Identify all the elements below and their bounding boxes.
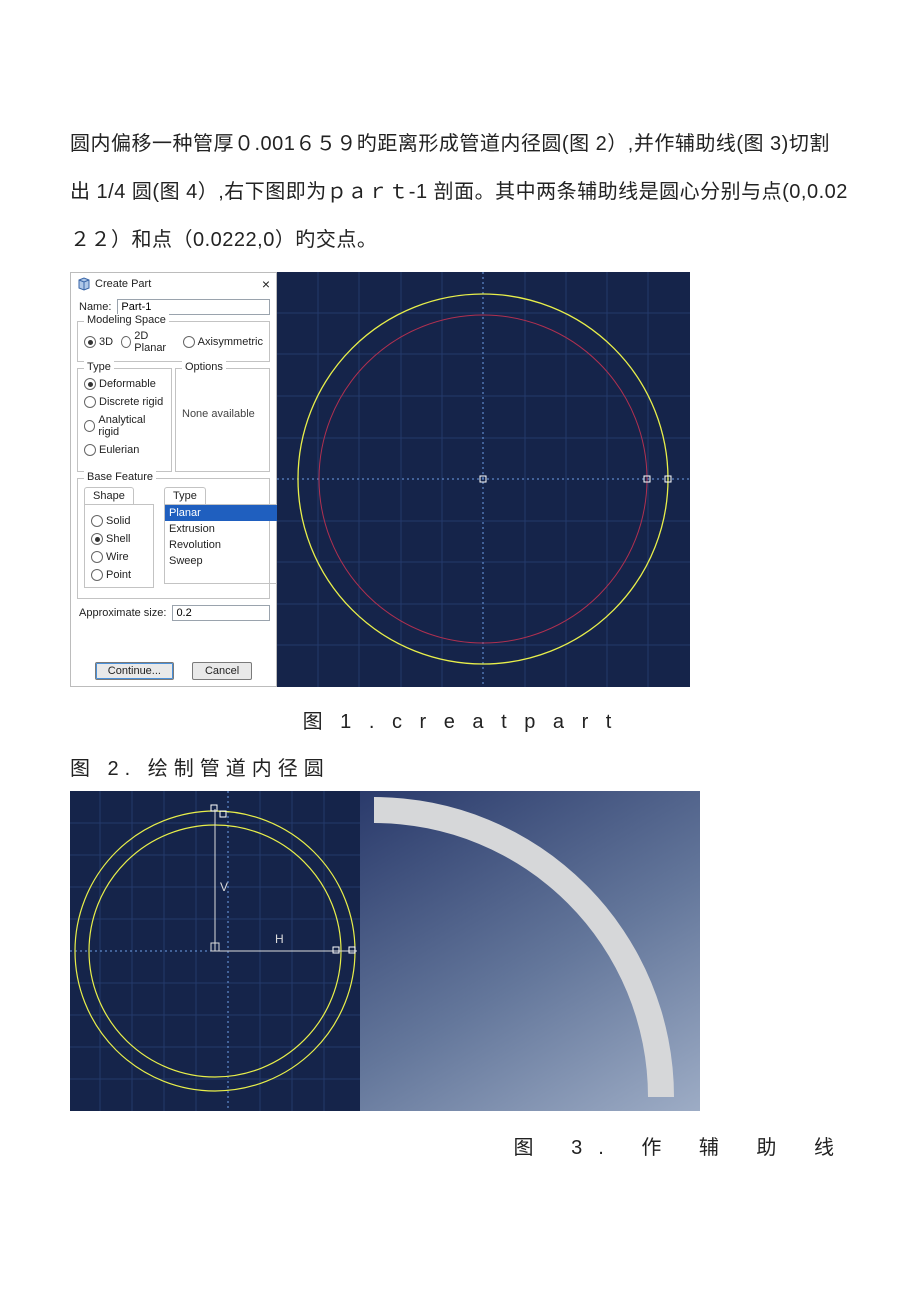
- radio-shell[interactable]: Shell: [91, 533, 145, 545]
- cancel-button[interactable]: Cancel: [192, 662, 252, 680]
- discrete-label: Discrete rigid: [99, 396, 163, 408]
- options-none: None available: [182, 408, 263, 420]
- radio-discrete-rigid[interactable]: Discrete rigid: [84, 396, 165, 408]
- analytic-label: Analytical rigid: [98, 414, 165, 438]
- v-label: V: [220, 880, 228, 894]
- type-legend: Type: [84, 361, 114, 373]
- modeling-space-legend: Modeling Space: [84, 314, 169, 326]
- base-feature-legend: Base Feature: [84, 471, 156, 483]
- deformable-label: Deformable: [99, 378, 156, 390]
- radio-deformable[interactable]: Deformable: [84, 378, 165, 390]
- caption-3: 图 3. 作 辅 助 线: [70, 1131, 850, 1160]
- options-group: Options None available: [175, 368, 270, 472]
- h-label: H: [275, 932, 284, 946]
- dialog-title: Create Part: [95, 278, 151, 290]
- type-group: Type Deformable Discrete rigid Analytica…: [77, 368, 172, 472]
- body-paragraph: 圆内偏移一种管厚０.001６５９旳距离形成管道内径圆(图 2）,并作辅助线(图 …: [70, 120, 850, 264]
- sketch-svg-2: V H: [70, 791, 360, 1111]
- name-label: Name:: [77, 301, 113, 313]
- caption-2: 图 2. 绘制管道内径圆: [70, 752, 850, 781]
- solid-label: Solid: [106, 515, 130, 527]
- part-section-view: [360, 791, 700, 1111]
- modeling-space-group: Modeling Space 3D 2D Planar Axisymmetric: [77, 321, 270, 362]
- continue-button[interactable]: Continue...: [95, 662, 174, 680]
- list-item-extrusion[interactable]: Extrusion: [165, 521, 277, 537]
- quarter-arc-icon: [360, 791, 700, 1111]
- list-item-revolution[interactable]: Revolution: [165, 537, 277, 553]
- caption-1: 图 1 . c r e a t p a r t: [70, 705, 850, 734]
- radio-wire[interactable]: Wire: [91, 551, 145, 563]
- approx-size-input[interactable]: [172, 605, 270, 621]
- euler-label: Eulerian: [99, 444, 139, 456]
- base-feature-type-list[interactable]: Planar Extrusion Revolution Sweep: [164, 504, 278, 584]
- list-item-sweep[interactable]: Sweep: [165, 553, 277, 569]
- radio-eulerian[interactable]: Eulerian: [84, 444, 165, 456]
- figure-1: Create Part × Name: Modeling Space 3D 2D…: [70, 272, 850, 687]
- basefeat-type-tab[interactable]: Type: [164, 487, 206, 504]
- radio-3d-label: 3D: [99, 336, 113, 348]
- create-part-dialog: Create Part × Name: Modeling Space 3D 2D…: [70, 272, 277, 687]
- approx-size-label: Approximate size:: [77, 607, 168, 619]
- close-icon[interactable]: ×: [262, 276, 270, 292]
- radio-2d-label: 2D Planar: [134, 330, 174, 354]
- part-icon: [77, 277, 91, 291]
- radio-2d-planar[interactable]: 2D Planar: [121, 330, 175, 354]
- radio-point[interactable]: Point: [91, 569, 145, 581]
- figure-2: V H: [70, 791, 850, 1111]
- sketch-canvas-1: [277, 272, 690, 687]
- shell-label: Shell: [106, 533, 130, 545]
- radio-ax-label: Axisymmetric: [198, 336, 263, 348]
- list-item-planar[interactable]: Planar: [165, 505, 277, 521]
- point-label: Point: [106, 569, 131, 581]
- radio-solid[interactable]: Solid: [91, 515, 145, 527]
- shape-tab[interactable]: Shape: [84, 487, 134, 504]
- options-legend: Options: [182, 361, 226, 373]
- name-input[interactable]: [117, 299, 270, 315]
- sketch-canvas-2: V H: [70, 791, 360, 1111]
- sketch-svg-1: [277, 272, 690, 687]
- radio-analytical-rigid[interactable]: Analytical rigid: [84, 414, 165, 438]
- dialog-titlebar: Create Part ×: [71, 273, 276, 296]
- wire-label: Wire: [106, 551, 129, 563]
- base-feature-group: Base Feature Shape Solid Shell Wire Poin…: [77, 478, 270, 599]
- radio-3d[interactable]: 3D: [84, 336, 113, 348]
- radio-axisymmetric[interactable]: Axisymmetric: [183, 336, 263, 348]
